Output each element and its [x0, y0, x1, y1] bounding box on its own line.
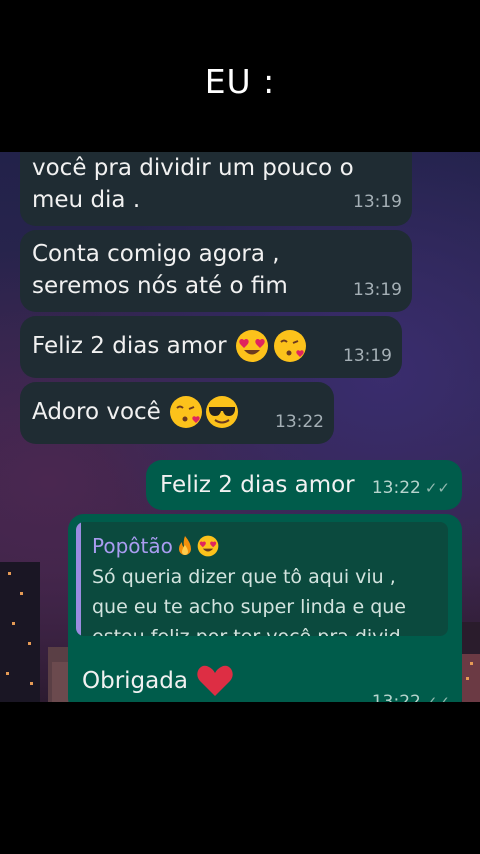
message-meta: 13:22 ✓✓: [372, 472, 450, 504]
quoted-author: Popôtão: [92, 530, 219, 562]
kiss-emoji-icon: [273, 330, 306, 362]
quoted-author-name: Popôtão: [92, 534, 173, 558]
fire-icon: [178, 536, 191, 555]
message-time: 13:22: [275, 412, 324, 432]
heart-eyes-emoji-icon: [197, 535, 219, 557]
message-text-line: seremos nós até o fim: [32, 273, 288, 299]
quoted-message[interactable]: Popôtão Só queria dizer que tô aqui viu …: [76, 522, 448, 636]
message-time: 13:22: [371, 478, 421, 498]
quoted-text-line: estou feliz por ter você pra divid...: [92, 622, 442, 636]
incoming-message-1[interactable]: você pra dividir um pouco o meu dia . 13…: [20, 152, 412, 226]
quoted-text-line: Só queria dizer que tô aqui viu ,: [92, 566, 396, 588]
message-meta: 13:22 ✓✓: [372, 686, 450, 702]
chat-screen: você pra dividir um pouco o meu dia . 13…: [0, 152, 480, 702]
message-text: Feliz 2 dias amor: [160, 472, 355, 498]
message-text-line: você pra dividir um pouco o: [32, 155, 354, 181]
heart-eyes-emoji-icon: [235, 330, 268, 362]
kiss-emoji-icon: [169, 396, 202, 428]
outgoing-message-1[interactable]: Feliz 2 dias amor 13:22 ✓✓: [146, 460, 462, 510]
message-time: 13:22: [371, 692, 421, 702]
message-text-line: meu dia .: [32, 187, 141, 213]
message-text: Obrigada: [82, 668, 188, 694]
bottom-black-bar: [0, 702, 480, 854]
double-check-icon: ✓✓: [424, 693, 450, 702]
message-time: 13:19: [343, 346, 392, 366]
message-text-line: Conta comigo agora ,: [32, 241, 280, 267]
quoted-text-line: que eu te acho super linda e que: [92, 596, 406, 618]
incoming-message-4[interactable]: Adoro você 13:22: [20, 382, 334, 444]
caption-text: EU :: [204, 61, 276, 101]
message-time: 13:19: [353, 280, 402, 300]
double-check-icon: ✓✓: [424, 479, 450, 497]
outgoing-reply-message[interactable]: Popôtão Só queria dizer que tô aqui viu …: [68, 514, 462, 702]
sunglasses-emoji-icon: [205, 396, 238, 428]
quote-accent-bar: [76, 522, 81, 636]
message-text: Feliz 2 dias amor: [32, 333, 227, 359]
message-time: 13:19: [353, 192, 402, 212]
quoted-text: Só queria dizer que tô aqui viu , que eu…: [92, 562, 442, 636]
video-caption: EU :: [0, 0, 480, 152]
incoming-message-3[interactable]: Feliz 2 dias amor 13:19: [20, 316, 402, 378]
message-text: Adoro você: [32, 399, 161, 425]
red-heart-icon: [197, 665, 233, 696]
incoming-message-2[interactable]: Conta comigo agora , seremos nós até o f…: [20, 230, 412, 312]
